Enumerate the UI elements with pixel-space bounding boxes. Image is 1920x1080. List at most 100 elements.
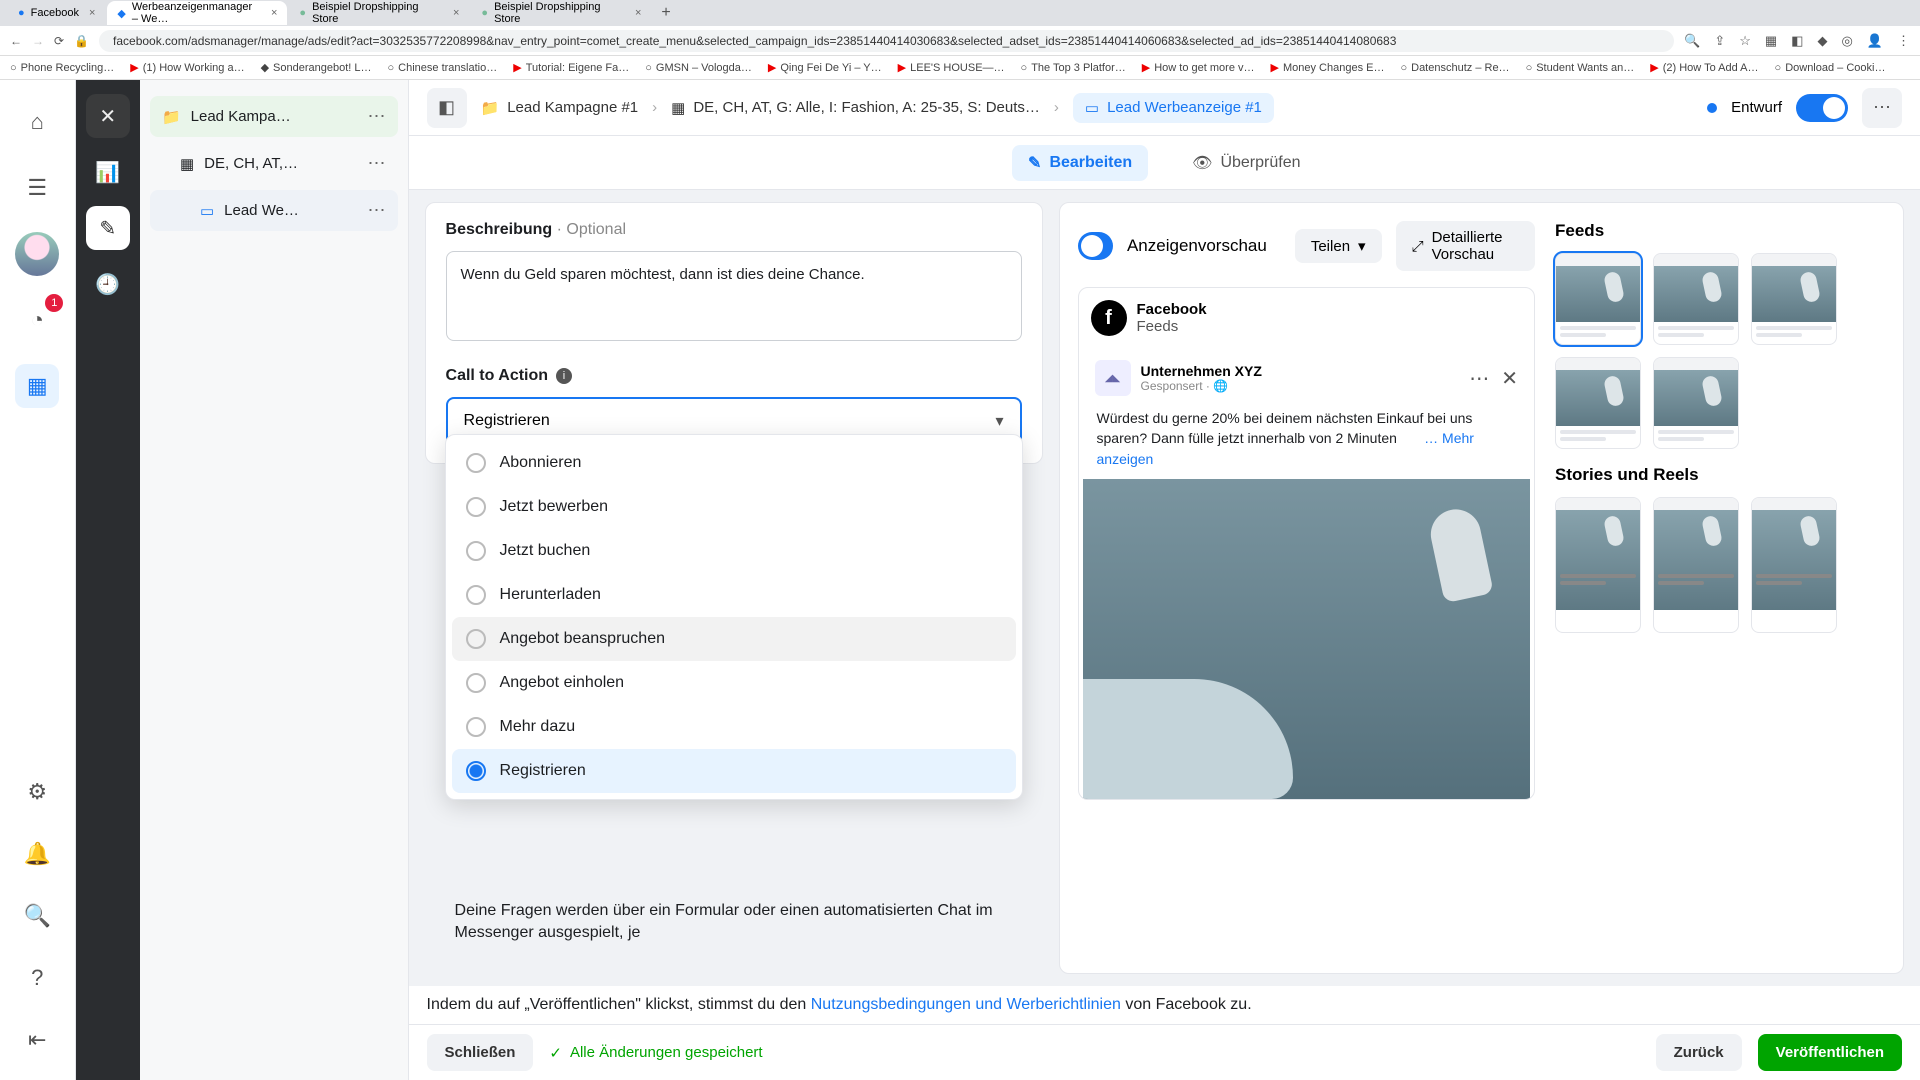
placement-thumb[interactable] (1751, 253, 1837, 345)
edit-icon[interactable]: ✎ (86, 206, 130, 250)
bookmark[interactable]: ○Download – Cooki… (1775, 62, 1886, 74)
radio-icon (466, 497, 486, 517)
share-button[interactable]: Teilen▾ (1295, 229, 1382, 263)
crumb-campaign[interactable]: 📁Lead Kampagne #1 (481, 99, 639, 117)
settings-icon[interactable]: ⚙ (15, 770, 59, 814)
placement-thumb[interactable] (1555, 357, 1641, 449)
placements-stories-title: Stories und Reels (1555, 465, 1885, 485)
share-icon[interactable]: ⇪ (1714, 33, 1725, 49)
bookmark[interactable]: ▶Qing Fei De Yi – Y… (768, 61, 882, 74)
bookmark[interactable]: ▶How to get more v… (1142, 61, 1255, 74)
tree-adset[interactable]: ▦ DE, CH, AT,… ⋯ (150, 143, 398, 184)
history-icon[interactable]: 🕘 (86, 262, 130, 306)
help-icon[interactable]: ? (15, 956, 59, 1000)
bookmark[interactable]: ○Datenschutz – Re… (1400, 62, 1509, 74)
placement-thumb[interactable] (1653, 253, 1739, 345)
more-icon[interactable]: ⋯ (368, 106, 386, 127)
close-icon[interactable]: × (635, 7, 641, 19)
cta-option[interactable]: Herunterladen (452, 573, 1016, 617)
ext-icon[interactable]: ▦ (1765, 33, 1777, 49)
placement-thumb[interactable] (1653, 497, 1739, 633)
bookmark[interactable]: ○GMSN – Vologda… (645, 62, 752, 74)
menu-icon[interactable]: ☰ (15, 166, 59, 210)
browser-tab-active[interactable]: ◆Werbeanzeigenmanager – We…× (107, 1, 287, 25)
placement-thumb[interactable] (1751, 497, 1837, 633)
cta-option-selected[interactable]: Registrieren (452, 749, 1016, 793)
placement-thumb[interactable] (1555, 497, 1641, 633)
radio-icon (466, 761, 486, 781)
cta-option[interactable]: Mehr dazu (452, 705, 1016, 749)
cta-option[interactable]: Angebot einholen (452, 661, 1016, 705)
browser-tab[interactable]: ●Facebook× (8, 1, 105, 25)
back-button[interactable]: Zurück (1656, 1034, 1742, 1071)
avatar[interactable] (15, 232, 59, 276)
placement-thumb[interactable] (1555, 253, 1641, 345)
tree-label: DE, CH, AT,… (204, 155, 298, 172)
browser-tab[interactable]: ●Beispiel Dropshipping Store× (289, 1, 469, 25)
info-icon[interactable]: i (556, 368, 572, 384)
tree-ad[interactable]: ▭ Lead We… ⋯ (150, 190, 398, 231)
page-name: Unternehmen XYZ (1141, 363, 1262, 379)
post-close-icon[interactable]: ✕ (1501, 366, 1518, 391)
bookmark[interactable]: ▶(2) How To Add A… (1650, 61, 1758, 74)
cta-option[interactable]: Jetzt bewerben (452, 485, 1016, 529)
new-tab-button[interactable]: + (653, 4, 678, 22)
bookmark[interactable]: ▶(1) How Working a… (130, 61, 244, 74)
tab-edit[interactable]: ✎Bearbeiten (1012, 145, 1148, 181)
reload-icon[interactable]: ⟳ (54, 34, 64, 48)
bookmark[interactable]: ▶LEE'S HOUSE—… (898, 61, 1005, 74)
forward-icon[interactable]: → (32, 34, 44, 48)
placement-thumb[interactable] (1653, 357, 1739, 449)
bookmark[interactable]: ○Phone Recycling… (10, 62, 114, 74)
page-avatar: ◢◣ (1095, 360, 1131, 396)
bookmark[interactable]: ▶Money Changes E… (1271, 61, 1385, 74)
close-icon[interactable]: × (271, 7, 277, 19)
bookmark[interactable]: ◆Sonderangebot! L… (261, 61, 372, 74)
ads-manager-icon[interactable]: ▦ (15, 364, 59, 408)
panel-toggle-icon[interactable]: ◧ (427, 88, 467, 128)
publish-button[interactable]: Veröffentlichen (1758, 1034, 1902, 1071)
crumb-adset[interactable]: ▦DE, CH, AT, G: Alle, I: Fashion, A: 25-… (671, 99, 1040, 117)
post-more-icon[interactable]: ⋯ (1469, 366, 1489, 391)
more-actions-button[interactable]: ⋯ (1862, 88, 1902, 128)
home-icon[interactable]: ⌂ (15, 100, 59, 144)
shortcut-icon[interactable]: ◔ (15, 298, 59, 342)
zoom-icon[interactable]: 🔍 (1684, 33, 1700, 49)
url-input[interactable]: facebook.com/adsmanager/manage/ads/edit?… (99, 30, 1674, 52)
bookmark[interactable]: ○Chinese translatio… (388, 62, 498, 74)
description-input[interactable]: Wenn du Geld sparen möchtest, dann ist d… (446, 251, 1022, 341)
preview-toggle[interactable] (1078, 232, 1113, 260)
bookmark[interactable]: ▶Tutorial: Eigene Fa… (513, 61, 629, 74)
close-icon[interactable]: × (89, 7, 95, 19)
campaign-tree: 📁 Lead Kampa… ⋯ ▦ DE, CH, AT,… ⋯ ▭ Lead … (140, 80, 409, 1080)
tab-review[interactable]: 👁Überprüfen (1176, 145, 1316, 181)
close-icon[interactable]: × (453, 7, 459, 19)
menu-icon[interactable]: ⋮ (1897, 33, 1910, 49)
cta-option[interactable]: Angebot beanspruchen (452, 617, 1016, 661)
star-icon[interactable]: ☆ (1739, 33, 1751, 49)
notifications-icon[interactable]: 🔔 (15, 832, 59, 876)
more-icon[interactable]: ⋯ (368, 200, 386, 221)
placement-label: Feeds (1137, 318, 1207, 335)
close-button[interactable]: Schließen (427, 1034, 534, 1071)
close-editor-button[interactable]: ✕ (86, 94, 130, 138)
collapse-icon[interactable]: ⇤ (15, 1018, 59, 1062)
ad-active-toggle[interactable] (1796, 94, 1848, 122)
bookmark[interactable]: ○The Top 3 Platfor… (1021, 62, 1126, 74)
ext-icon[interactable]: ◧ (1791, 33, 1803, 49)
detailed-preview-button[interactable]: ⤢Detaillierte Vorschau (1396, 221, 1535, 271)
back-icon[interactable]: ← (10, 34, 22, 48)
cta-option[interactable]: Jetzt buchen (452, 529, 1016, 573)
tree-campaign[interactable]: 📁 Lead Kampa… ⋯ (150, 96, 398, 137)
ext-icon[interactable]: ◎ (1841, 33, 1852, 49)
chart-icon[interactable]: 📊 (86, 150, 130, 194)
crumb-ad[interactable]: ▭Lead Werbeanzeige #1 (1073, 93, 1274, 123)
browser-tab[interactable]: ●Beispiel Dropshipping Store× (471, 1, 651, 25)
cta-option[interactable]: Abonnieren (452, 441, 1016, 485)
terms-link[interactable]: Nutzungsbedingungen und Werberichtlinien (811, 996, 1121, 1013)
profile-icon[interactable]: 👤 (1867, 33, 1883, 49)
bookmark[interactable]: ○Student Wants an… (1526, 62, 1635, 74)
more-icon[interactable]: ⋯ (368, 153, 386, 174)
ext-icon[interactable]: ◆ (1817, 33, 1827, 49)
search-icon[interactable]: 🔍 (15, 894, 59, 938)
